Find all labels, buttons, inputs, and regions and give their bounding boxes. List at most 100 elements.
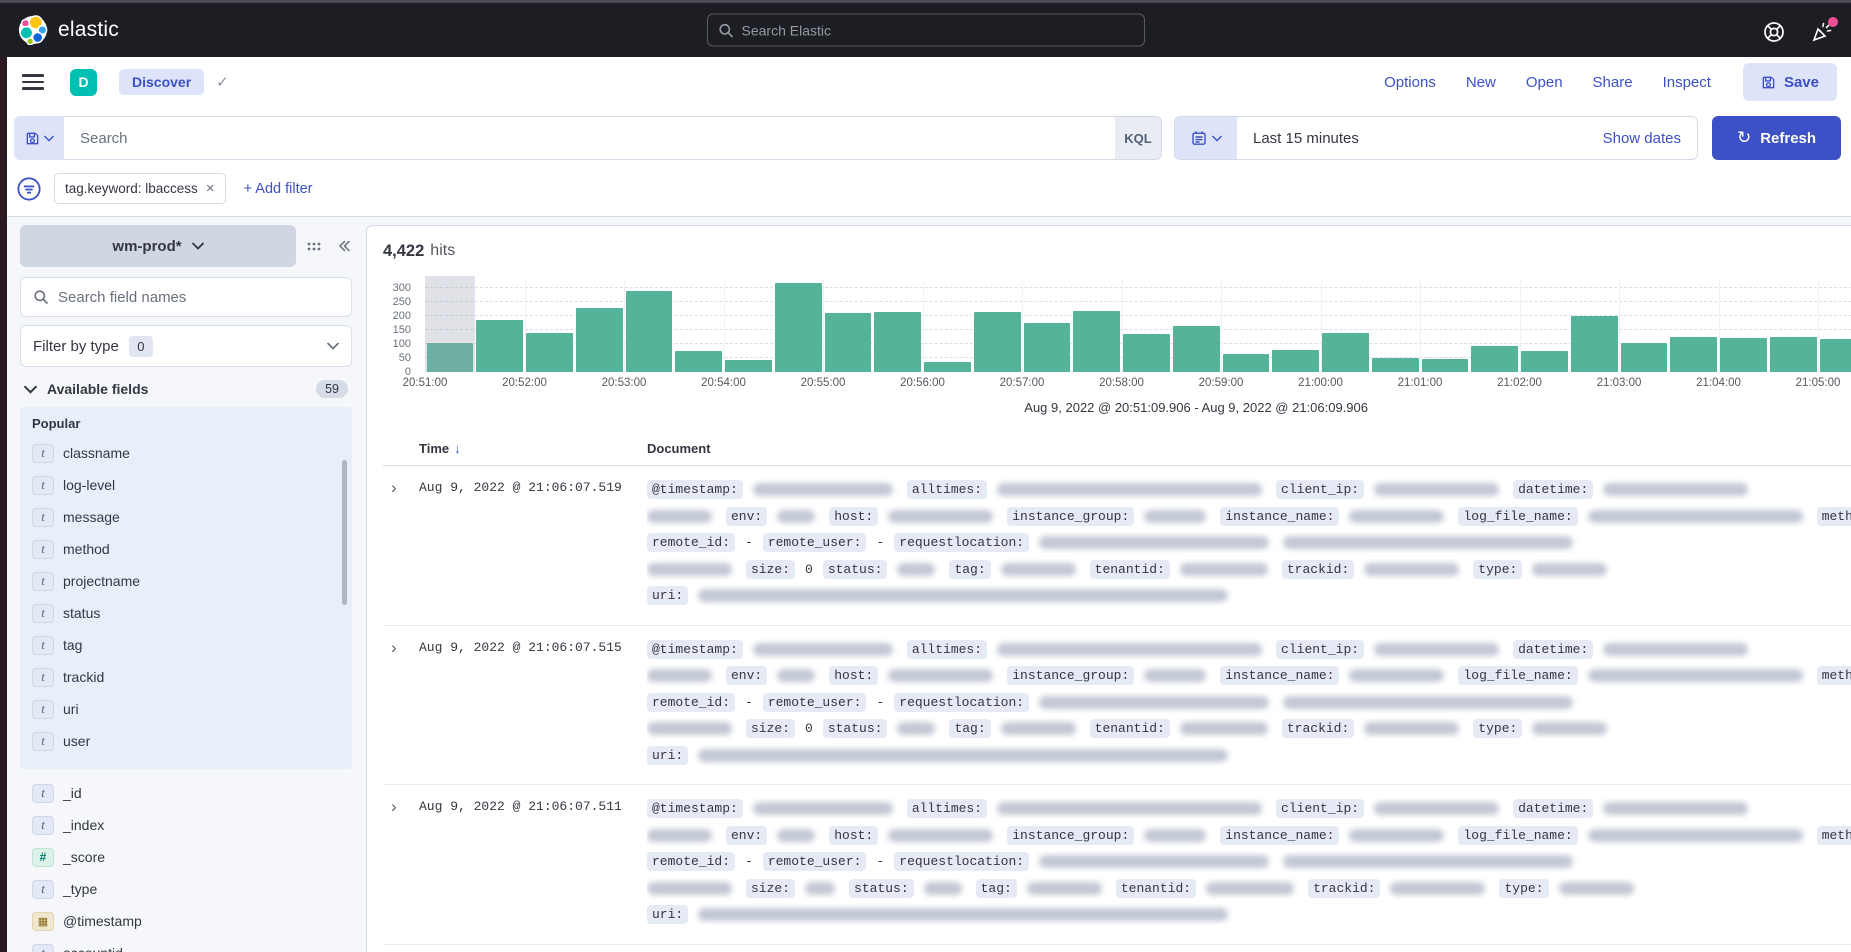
field-pill[interactable]: method: (1817, 666, 1851, 685)
field-pill[interactable]: @timestamp: (647, 480, 743, 499)
field-item-classname[interactable]: tclassname (30, 437, 342, 469)
field-pill[interactable]: trackid: (1282, 719, 1354, 738)
filter-icon[interactable] (16, 176, 42, 202)
field-pill[interactable]: method: (1817, 826, 1851, 845)
field-pill[interactable]: trackid: (1282, 560, 1354, 579)
field-pill[interactable]: instance_name: (1220, 826, 1339, 845)
field-pill[interactable]: alltimes: (907, 640, 987, 659)
menu-icon[interactable] (22, 74, 44, 90)
field-pill[interactable]: remote_user: (763, 693, 867, 712)
calendar-button[interactable] (1175, 117, 1237, 159)
field-pill[interactable]: requestlocation: (894, 693, 1029, 712)
toolbar-link-inspect[interactable]: Inspect (1663, 74, 1711, 91)
field-pill[interactable]: tag: (949, 560, 990, 579)
field-pill[interactable]: type: (1473, 560, 1522, 579)
column-time[interactable]: Time ↓ (419, 441, 647, 456)
field-pill[interactable]: uri: (647, 586, 688, 605)
field-item-tag[interactable]: ttag (30, 629, 342, 661)
field-pill[interactable]: type: (1499, 879, 1548, 898)
field-pill[interactable]: tenantid: (1116, 879, 1196, 898)
field-item-method[interactable]: tmethod (30, 533, 342, 565)
time-range-value[interactable]: Last 15 minutes (1237, 130, 1359, 147)
field-pill[interactable]: env: (726, 507, 767, 526)
field-pill[interactable]: size: (746, 879, 795, 898)
show-dates-button[interactable]: Show dates (1603, 130, 1697, 147)
field-pill[interactable]: @timestamp: (647, 640, 743, 659)
field-pill[interactable]: remote_id: (647, 693, 735, 712)
field-pill[interactable]: log_file_name: (1458, 826, 1577, 845)
field-pill[interactable]: @timestamp: (647, 799, 743, 818)
grid-dots-icon[interactable] (306, 240, 322, 252)
field-item-_type[interactable]: t_type (30, 873, 342, 905)
toolbar-link-new[interactable]: New (1466, 74, 1496, 91)
field-pill[interactable]: requestlocation: (894, 852, 1029, 871)
field-pill[interactable]: tenantid: (1090, 719, 1170, 738)
toolbar-link-open[interactable]: Open (1526, 74, 1563, 91)
field-pill[interactable]: log_file_name: (1458, 507, 1577, 526)
field-pill[interactable]: client_ip: (1276, 480, 1364, 499)
field-pill[interactable]: client_ip: (1276, 799, 1364, 818)
field-item-projectname[interactable]: tprojectname (30, 565, 342, 597)
field-item-_index[interactable]: t_index (30, 809, 342, 841)
field-pill[interactable]: log_file_name: (1458, 666, 1577, 685)
field-pill[interactable]: alltimes: (907, 480, 987, 499)
field-search-input[interactable] (58, 289, 339, 306)
field-pill[interactable]: env: (726, 826, 767, 845)
field-pill[interactable]: type: (1473, 719, 1522, 738)
expand-row-icon[interactable]: › (383, 639, 419, 772)
field-pill[interactable]: client_ip: (1276, 640, 1364, 659)
field-pill[interactable]: uri: (647, 905, 688, 924)
field-pill[interactable]: status: (823, 560, 888, 579)
field-pill[interactable]: datetime: (1513, 799, 1593, 818)
field-item-user[interactable]: tuser (30, 725, 342, 757)
field-pill[interactable]: remote_id: (647, 533, 735, 552)
field-pill[interactable]: instance_group: (1007, 666, 1134, 685)
field-pill[interactable]: size: (746, 560, 795, 579)
available-fields-header[interactable]: Available fields 59 (20, 380, 352, 398)
field-pill[interactable]: datetime: (1513, 480, 1593, 499)
toolbar-link-share[interactable]: Share (1593, 74, 1633, 91)
field-pill[interactable]: status: (849, 879, 914, 898)
field-pill[interactable]: remote_id: (647, 852, 735, 871)
field-item-@timestamp[interactable]: ▦@timestamp (30, 905, 342, 937)
field-pill[interactable]: status: (823, 719, 888, 738)
field-pill[interactable]: remote_user: (763, 533, 867, 552)
toolbar-link-options[interactable]: Options (1384, 74, 1436, 91)
field-pill[interactable]: env: (726, 666, 767, 685)
saved-query-button[interactable] (14, 116, 64, 160)
field-pill[interactable]: instance_name: (1220, 507, 1339, 526)
field-item-uri[interactable]: turi (30, 693, 342, 725)
field-item-accountid[interactable]: taccountid (30, 937, 342, 952)
filter-by-type[interactable]: Filter by type 0 (20, 325, 352, 367)
breadcrumb-discover[interactable]: Discover (119, 69, 204, 95)
field-pill[interactable]: instance_name: (1220, 666, 1339, 685)
refresh-button[interactable]: ↻ Refresh (1712, 116, 1841, 160)
field-pill[interactable]: size: (746, 719, 795, 738)
add-filter-button[interactable]: + Add filter (244, 181, 313, 197)
space-badge[interactable]: D (70, 69, 97, 96)
field-pill[interactable]: alltimes: (907, 799, 987, 818)
query-input[interactable] (64, 130, 1115, 147)
field-pill[interactable]: tag: (949, 719, 990, 738)
sidebar-scrollbar[interactable] (342, 460, 347, 605)
data-view-picker[interactable]: wm-prod* (20, 225, 296, 267)
field-item-_id[interactable]: t_id (30, 777, 342, 809)
help-icon[interactable] (1761, 19, 1787, 45)
elastic-brand[interactable]: elastic (0, 15, 119, 45)
field-pill[interactable]: datetime: (1513, 640, 1593, 659)
field-pill[interactable]: host: (829, 826, 878, 845)
close-icon[interactable]: × (206, 180, 215, 197)
field-pill[interactable]: requestlocation: (894, 533, 1029, 552)
field-item-_score[interactable]: #_score (30, 841, 342, 873)
field-item-trackid[interactable]: ttrackid (30, 661, 342, 693)
histogram-plot[interactable] (425, 280, 1851, 372)
save-button[interactable]: Save (1743, 63, 1837, 101)
collapse-sidebar-icon[interactable] (336, 238, 352, 254)
field-pill[interactable]: method: (1817, 507, 1851, 526)
global-search[interactable] (707, 14, 1145, 47)
field-item-message[interactable]: tmessage (30, 501, 342, 533)
field-item-status[interactable]: tstatus (30, 597, 342, 629)
field-pill[interactable]: trackid: (1308, 879, 1380, 898)
field-item-log-level[interactable]: tlog-level (30, 469, 342, 501)
field-pill[interactable]: instance_group: (1007, 507, 1134, 526)
